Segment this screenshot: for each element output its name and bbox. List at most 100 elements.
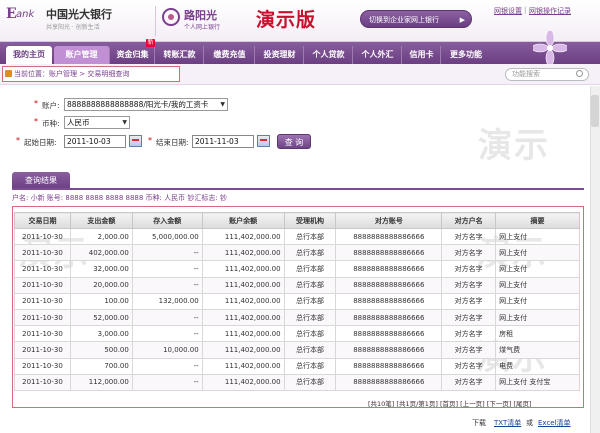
table-row: 2011-10-30 112,000.00 -- 111,402,000.00 总行本部…	[14, 373, 580, 391]
column-header: 账户余额	[201, 212, 285, 229]
table-cell: 2011-10-30	[14, 325, 71, 343]
start-date-input[interactable]: 2011-10-03	[64, 135, 126, 148]
nav-tab-credit-card[interactable]: 信用卡	[403, 46, 441, 64]
download-label: 下载	[472, 419, 486, 427]
column-header: 受理机构	[283, 212, 337, 229]
switch-to-enterprise-button[interactable]: 切换到企业家网上银行	[360, 10, 472, 29]
table-cell: 总行本部	[283, 373, 337, 391]
table-cell: 402,000.00	[69, 244, 133, 262]
table-cell: --	[131, 308, 203, 327]
bank-slogan: 共享阳光 · 创新生活	[46, 24, 100, 31]
column-header: 对方户名	[441, 212, 497, 229]
required-mark: *	[16, 136, 20, 145]
brand-name: 路阳光	[184, 9, 217, 22]
table-cell: 对方名字	[441, 227, 497, 246]
account-label: 账户:	[42, 101, 60, 110]
required-mark: *	[34, 117, 38, 126]
table-cell: 2,000.00	[69, 227, 133, 246]
search-icon[interactable]	[576, 70, 583, 77]
start-date-label: 起始日期:	[24, 138, 57, 147]
column-header: 摘要	[495, 212, 580, 229]
table-cell: 对方名字	[441, 244, 497, 262]
table-cell: 5,000,000.00	[131, 227, 203, 246]
table-cell: 100.00	[69, 292, 133, 310]
new-badge: 新	[146, 39, 155, 47]
results-tab[interactable]: 查询结果	[12, 172, 70, 189]
table-cell: 对方名字	[441, 308, 497, 327]
table-cell: 2011-10-30	[14, 260, 71, 278]
currency-select[interactable]: 人民币	[64, 116, 130, 129]
table-cell: 2011-10-30	[14, 292, 71, 310]
results-tab-underline	[12, 188, 584, 190]
table-cell: 总行本部	[283, 308, 337, 327]
table-cell: 8888888888886666	[335, 308, 443, 327]
table-cell: 2011-10-30	[14, 373, 71, 391]
scrollbar-thumb[interactable]	[591, 95, 599, 127]
column-header: 存入金额	[131, 212, 203, 229]
flower-decoration-icon	[533, 31, 567, 65]
table-cell: --	[131, 260, 203, 278]
vertical-scrollbar[interactable]	[590, 86, 600, 433]
start-calendar-icon[interactable]	[129, 135, 142, 147]
ebank-settings-link[interactable]: 网银设置	[494, 6, 522, 16]
table-cell: 2011-10-30	[14, 276, 71, 294]
table-cell: 网上支付	[495, 292, 580, 310]
nav-tab-home[interactable]: 我的主页	[6, 46, 52, 64]
table-cell: 52,000.00	[69, 308, 133, 327]
header-divider	[155, 6, 156, 36]
end-date-input[interactable]: 2011-11-03	[192, 135, 254, 148]
table-cell: 对方名字	[441, 373, 497, 391]
end-calendar-icon[interactable]	[257, 135, 270, 147]
table-cell: 32,000.00	[69, 260, 133, 278]
nav-tab-payment[interactable]: 缴费充值	[205, 46, 255, 64]
bank-name: 中国光大银行	[46, 8, 112, 21]
table-cell: 111,402,000.00	[201, 276, 285, 294]
table-row: 2011-10-30 3,000.00 -- 111,402,000.00 总行本部 88…	[14, 325, 580, 343]
table-cell: 煤气费	[495, 341, 580, 359]
brand-subtitle: 个人网上银行	[184, 24, 221, 31]
table-cell: --	[131, 244, 203, 262]
table-row: 2011-10-30 2,000.00 5,000,000.00 111,402,00…	[14, 227, 580, 246]
table-cell: 对方名字	[441, 276, 497, 294]
query-button[interactable]: 查 询	[277, 134, 311, 149]
table-cell: 总行本部	[283, 341, 337, 359]
table-cell: 网上支付	[495, 308, 580, 327]
currency-label: 币种:	[42, 119, 60, 128]
nav-tab-account-management[interactable]: 账户管理	[54, 46, 110, 64]
nav-tab-transfer[interactable]: 转账汇款	[156, 46, 204, 64]
table-cell: 总行本部	[283, 357, 337, 375]
table-cell: 700.00	[69, 357, 133, 375]
download-or-text: 或	[526, 419, 533, 427]
nav-tab-more[interactable]: 更多功能	[442, 46, 490, 64]
table-cell: 8888888888886666	[335, 357, 443, 375]
table-cell: 总行本部	[283, 292, 337, 310]
nav-tab-personal-loan[interactable]: 个人贷款	[305, 46, 353, 64]
table-header-row: 交易日期 支出金额 存入金额 账户余额 受理机构 对方账号 对方户名 摘要	[14, 212, 580, 229]
download-txt-link[interactable]: TXT清单	[494, 418, 521, 428]
account-select[interactable]: 8888888888888888/阳光卡/我的工资卡	[64, 98, 228, 111]
breadcrumb-text: 当前位置：账户管理 > 交易明细查询	[14, 70, 130, 78]
nav-tab-investment[interactable]: 投资理财	[256, 46, 304, 64]
table-cell: 111,402,000.00	[201, 325, 285, 343]
operation-log-link[interactable]: 网银操作记录	[529, 6, 571, 16]
table-cell: 2011-10-30	[14, 308, 71, 327]
required-mark: *	[34, 99, 38, 108]
nav-tab-forex[interactable]: 个人外汇	[354, 46, 402, 64]
table-cell: 2011-10-30	[14, 244, 71, 262]
download-excel-link[interactable]: Excel清单	[538, 418, 571, 428]
table-cell: 对方名字	[441, 357, 497, 375]
table-cell: 网上支付	[495, 276, 580, 294]
pagination[interactable]: [共10笔] [共1页/第1页] [首页] [上一页] [下一页] [尾页]	[368, 398, 532, 408]
table-cell: 111,402,000.00	[201, 373, 285, 391]
table-cell: 111,402,000.00	[201, 227, 285, 246]
table-cell: 总行本部	[283, 227, 337, 246]
table-cell: 8888888888886666	[335, 227, 443, 246]
required-mark: *	[148, 136, 152, 145]
table-cell: 111,402,000.00	[201, 308, 285, 327]
table-cell: 对方名字	[441, 325, 497, 343]
table-cell: 总行本部	[283, 244, 337, 262]
table-cell: 总行本部	[283, 325, 337, 343]
nav-tab-fund-collection[interactable]: 资金归集	[111, 46, 155, 64]
table-cell: 8888888888886666	[335, 276, 443, 294]
table-cell: 132,000.00	[131, 292, 203, 310]
